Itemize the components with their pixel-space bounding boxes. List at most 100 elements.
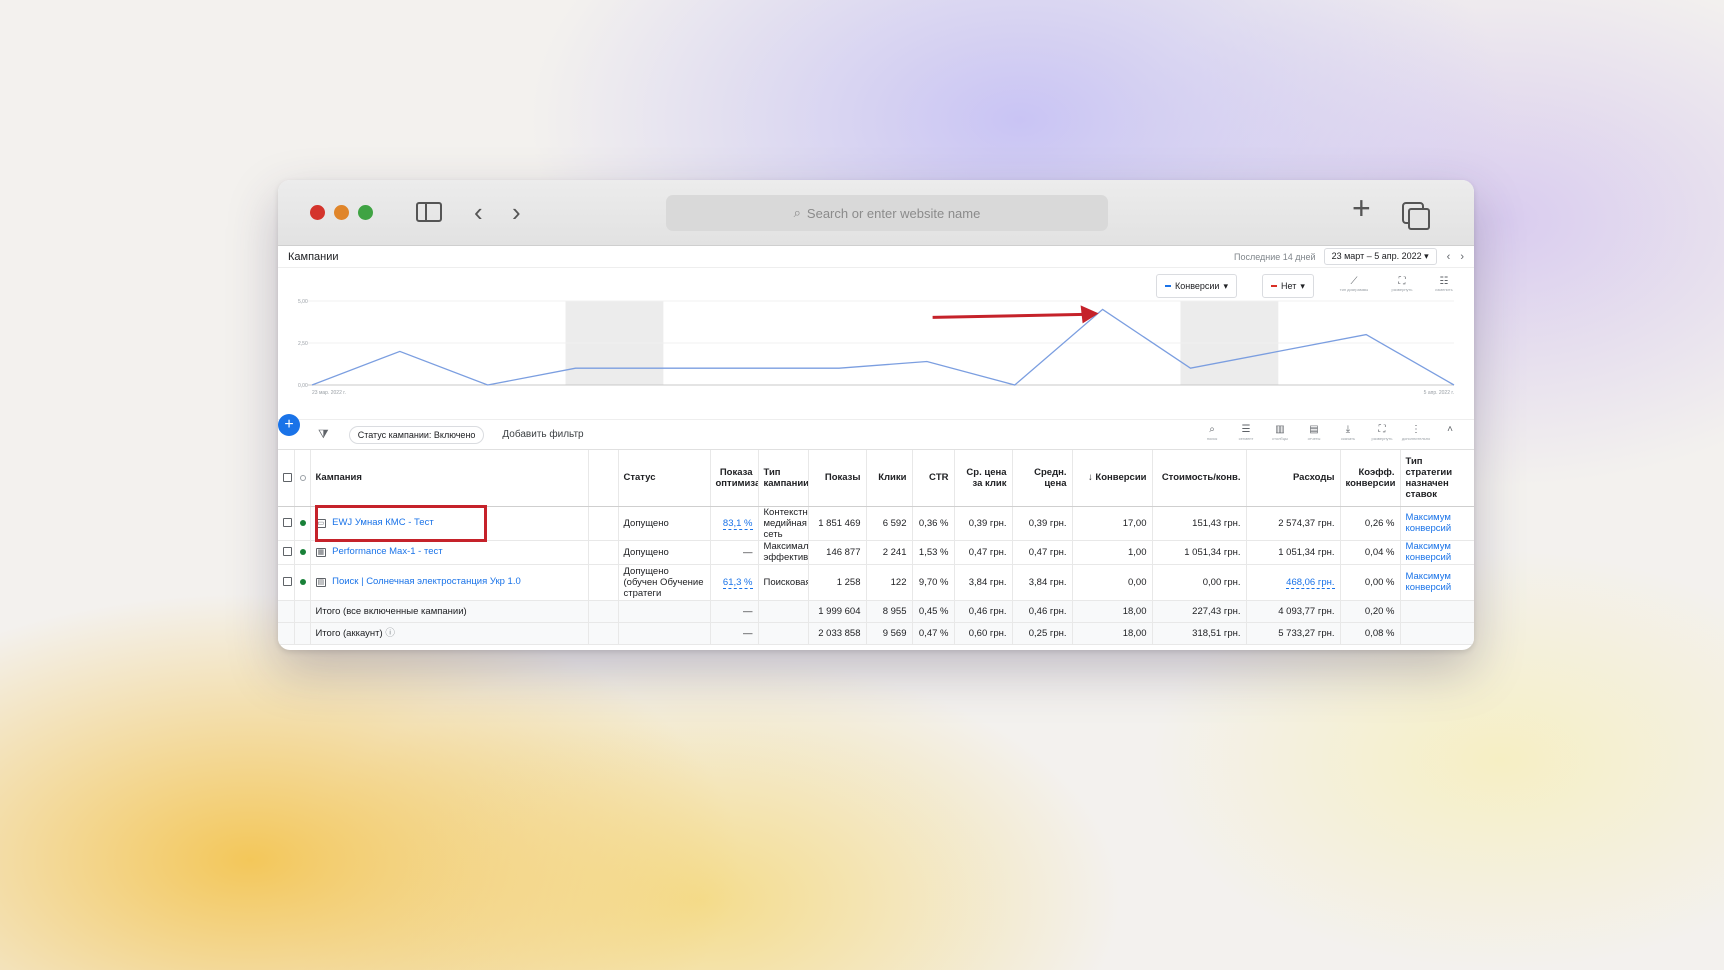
minimize-window-button[interactable] bbox=[334, 205, 349, 220]
chart-expand-tool[interactable]: ⛶ развернуть bbox=[1386, 276, 1418, 292]
totals-label: Итого (аккаунт) bbox=[315, 627, 383, 639]
address-bar[interactable]: ⌕ Search or enter website name bbox=[666, 195, 1108, 231]
search-icon: ⌕ bbox=[793, 205, 801, 220]
new-tab-plus-icon[interactable]: + bbox=[1352, 192, 1371, 224]
opt-score-cell[interactable]: 83,1 % bbox=[710, 506, 759, 541]
chart-edit-tool[interactable]: ☷ изменить bbox=[1428, 276, 1460, 292]
clicks-cell: 9 569 bbox=[866, 622, 913, 645]
col-spacer bbox=[588, 450, 619, 507]
chart-edit-tool-label: изменить bbox=[1435, 287, 1453, 292]
search-tool[interactable]: ⌕ поиск bbox=[1196, 424, 1228, 442]
col-conv-rate[interactable]: Коэфф. конверсии bbox=[1340, 450, 1401, 507]
row-checkbox[interactable] bbox=[283, 547, 292, 557]
sidebar-toggle-icon[interactable] bbox=[416, 202, 442, 222]
cost-link[interactable]: 468,06 грн. bbox=[1286, 576, 1335, 589]
columns-tool[interactable]: ▥ столбцы bbox=[1264, 424, 1296, 442]
back-arrow-icon[interactable]: ‹ bbox=[474, 198, 483, 226]
browser-titlebar: ‹ › ⌕ Search or enter website name + bbox=[278, 180, 1474, 246]
metric2-dropdown[interactable]: Нет ▾ bbox=[1262, 274, 1314, 298]
bid-strategy-cell[interactable]: Максимум конверсий bbox=[1400, 506, 1474, 541]
sliders-icon: ☷ bbox=[1439, 276, 1449, 287]
col-status[interactable]: Статус bbox=[618, 450, 711, 507]
opt-score-cell[interactable]: 61,3 % bbox=[710, 564, 759, 601]
expand-icon: ⛶ bbox=[1398, 276, 1406, 287]
tab-overview-icon[interactable] bbox=[1402, 202, 1430, 230]
opt-score-cell: — bbox=[710, 540, 759, 565]
col-avg-cost[interactable]: Средн. цена bbox=[1012, 450, 1073, 507]
prev-period-icon[interactable]: ‹ bbox=[1447, 251, 1451, 263]
empty-cell bbox=[278, 622, 295, 645]
cost-cell: 4 093,77 грн. bbox=[1246, 600, 1341, 623]
table-row[interactable]: ▤ Поиск | Солнечная электростанция Укр 1.… bbox=[278, 564, 1474, 601]
status-cell: Допущено (обучен Обучение стратеги bbox=[618, 564, 711, 601]
reports-tool[interactable]: ▤ отчеты bbox=[1298, 424, 1330, 442]
help-icon[interactable]: ⓘ bbox=[385, 628, 395, 639]
row-select-cell[interactable] bbox=[278, 564, 295, 601]
clicks-cell: 6 592 bbox=[866, 506, 913, 541]
download-tool[interactable]: ⤓ скачать bbox=[1332, 424, 1364, 442]
col-impressions[interactable]: Показы bbox=[808, 450, 867, 507]
bid-strategy-link[interactable]: Максимум конверсий bbox=[1406, 571, 1452, 593]
col-ctr[interactable]: CTR bbox=[912, 450, 955, 507]
bid-strategy-cell[interactable]: Максимум конверсий bbox=[1400, 540, 1474, 565]
table-row[interactable]: ▦ Performance Max-1 - тест Допущено — Мак… bbox=[278, 540, 1474, 565]
row-checkbox[interactable] bbox=[283, 577, 292, 587]
opt-score-link[interactable]: 61,3 % bbox=[722, 576, 753, 589]
select-all-checkbox[interactable] bbox=[283, 473, 292, 483]
more-tool[interactable]: ⋮ дополнительно bbox=[1400, 424, 1432, 442]
expand-tool[interactable]: ⛶ развернуть bbox=[1366, 424, 1398, 442]
search-icon: ⌕ bbox=[1209, 424, 1215, 435]
forward-arrow-icon[interactable]: › bbox=[512, 198, 521, 226]
conversions-cell: 18,00 bbox=[1072, 600, 1153, 623]
col-opt-score[interactable]: Показа оптимиза bbox=[710, 450, 759, 507]
chart-type-tool[interactable]: ⟋ тип диаграммы bbox=[1338, 276, 1370, 292]
select-all-cell[interactable] bbox=[278, 450, 295, 507]
collapse-tool[interactable]: ˄ bbox=[1434, 424, 1466, 442]
col-campaign-type[interactable]: Тип кампании bbox=[758, 450, 809, 507]
bid-strategy-link[interactable]: Максимум конверсий bbox=[1406, 512, 1452, 534]
opt-score-link[interactable]: 83,1 % bbox=[722, 517, 753, 530]
chevron-up-icon: ˄ bbox=[1447, 424, 1453, 435]
row-select-cell[interactable] bbox=[278, 540, 295, 565]
col-cost[interactable]: Расходы bbox=[1246, 450, 1341, 507]
col-bid-strategy[interactable]: Тип стратегии назначен ставок bbox=[1400, 450, 1474, 507]
bid-strategy-cell[interactable]: Максимум конверсий bbox=[1400, 564, 1474, 601]
more-vert-icon: ⋮ bbox=[1411, 424, 1421, 435]
segment-tool[interactable]: ☰ сегмент bbox=[1230, 424, 1262, 442]
close-window-button[interactable] bbox=[310, 205, 325, 220]
filter-icon[interactable]: ⧩ bbox=[318, 427, 329, 442]
campaigns-table: Кампания Статус Показа оптимиза Тип камп… bbox=[278, 450, 1474, 645]
campaign-name-cell[interactable]: ▤ Поиск | Солнечная электростанция Укр 1.… bbox=[310, 564, 589, 601]
y-tick-label: 2,50 bbox=[298, 341, 308, 347]
row-status-dot-cell bbox=[294, 506, 311, 541]
date-range-picker[interactable]: 23 март – 5 апр. 2022 ▾ bbox=[1323, 248, 1437, 265]
expand-tool-label: развернуть bbox=[1371, 436, 1393, 441]
col-campaign[interactable]: Кампания bbox=[310, 450, 589, 507]
row-select-cell[interactable] bbox=[278, 506, 295, 541]
avg-cost-cell: 0,46 грн. bbox=[1012, 600, 1073, 623]
campaign-name-cell[interactable]: ▦ Performance Max-1 - тест bbox=[310, 540, 589, 565]
empty-cell bbox=[294, 600, 311, 623]
campaign-link[interactable]: Performance Max-1 - тест bbox=[332, 546, 443, 557]
status-filter-chip[interactable]: Статус кампании: Включено bbox=[348, 425, 485, 444]
bid-strategy-link[interactable]: Максимум конверсий bbox=[1406, 541, 1452, 563]
cost-cell[interactable]: 468,06 грн. bbox=[1246, 564, 1341, 601]
zoom-window-button[interactable] bbox=[358, 205, 373, 220]
avg-cpc-cell: 0,39 грн. bbox=[954, 506, 1013, 541]
col-clicks[interactable]: Клики bbox=[866, 450, 913, 507]
empty-cell bbox=[618, 600, 711, 623]
next-period-icon[interactable]: › bbox=[1460, 251, 1464, 263]
clicks-cell: 2 241 bbox=[866, 540, 913, 565]
col-avg-cpc[interactable]: Ср. цена за клик bbox=[954, 450, 1013, 507]
avg-cost-cell: 0,25 грн. bbox=[1012, 622, 1073, 645]
col-conversions[interactable]: ↓ Конверсии bbox=[1072, 450, 1153, 507]
campaign-type-cell: Максимал эффектив bbox=[758, 540, 809, 565]
conv-rate-cell: 0,04 % bbox=[1340, 540, 1401, 565]
metric1-dropdown[interactable]: Конверсии ▾ bbox=[1156, 274, 1237, 298]
add-campaign-button[interactable]: + bbox=[278, 414, 300, 436]
add-filter-button[interactable]: Добавить фильтр bbox=[502, 429, 583, 440]
row-checkbox[interactable] bbox=[283, 518, 292, 528]
campaign-link[interactable]: Поиск | Солнечная электростанция Укр 1.0 bbox=[332, 576, 521, 587]
annotation-arrow-shaft bbox=[932, 312, 1085, 319]
col-cost-per-conv[interactable]: Стоимость/конв. bbox=[1152, 450, 1247, 507]
